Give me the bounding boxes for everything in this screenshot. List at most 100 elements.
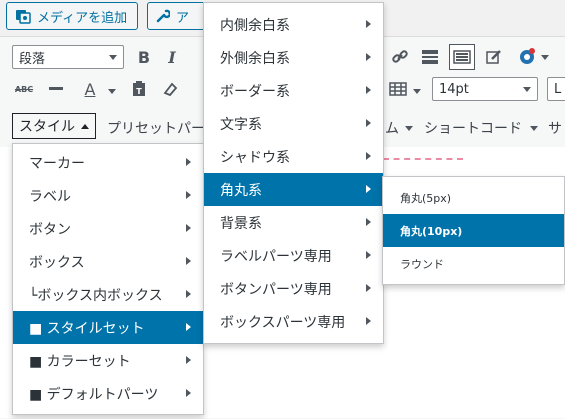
menu3-item[interactable]: 角丸(10px) <box>383 214 564 247</box>
chevron-right-icon <box>186 323 191 331</box>
menu1-item-label: マーカー <box>29 155 85 172</box>
font-family-select[interactable]: L <box>547 77 565 101</box>
menu2-item[interactable]: ボックスパーツ専用 <box>204 305 383 338</box>
menu2-item[interactable]: ボタンパーツ専用 <box>204 272 383 305</box>
menu2-item-label: シャドウ系 <box>220 149 290 166</box>
menu2-item[interactable]: ラベルパーツ専用 <box>204 239 383 272</box>
edit-icon[interactable] <box>482 45 506 69</box>
chevron-right-icon <box>366 251 371 259</box>
menu2-item-label: 背景系 <box>220 215 262 232</box>
menu1-item[interactable]: ■ カラーセット <box>13 344 203 377</box>
menu2-item[interactable]: 角丸系 <box>204 173 383 206</box>
chevron-right-icon <box>186 257 191 265</box>
text-color-button[interactable]: A <box>78 77 102 101</box>
format-select[interactable]: 段落 <box>12 45 124 69</box>
menu1-item-label: ■ スタイルセット <box>29 320 145 337</box>
chevron-right-icon <box>366 53 371 61</box>
last-partial-button[interactable]: サ <box>548 118 562 138</box>
chevron-down-icon <box>109 54 117 60</box>
menu1-item-label: ラベル <box>29 188 71 205</box>
chevron-right-icon <box>366 185 371 193</box>
menu1-item[interactable]: ボタン <box>13 212 203 245</box>
rounded-corner-submenu: 角丸(5px) 角丸(10px) ラウンド <box>382 176 565 285</box>
strikethrough-button[interactable]: ABC <box>12 77 36 101</box>
menu3-item[interactable]: 角丸(5px) <box>383 181 564 214</box>
menu2-item-label: ボックスパーツ専用 <box>220 314 346 331</box>
chevron-down-icon <box>108 89 116 94</box>
menu2-item[interactable]: 文字系 <box>204 107 383 140</box>
menu2-item[interactable]: ボーダー系 <box>204 74 383 107</box>
chevron-right-icon <box>366 20 371 28</box>
chevron-right-icon <box>186 191 191 199</box>
partial-menu-button[interactable]: ム <box>385 118 413 138</box>
shortcode-label: ショートコード <box>424 121 522 137</box>
menu1-item-label: ボタン <box>29 221 71 238</box>
menu1-item[interactable]: ■ デフォルトパーツ <box>13 377 203 410</box>
chevron-right-icon <box>366 218 371 226</box>
menu1-item[interactable]: ラベル <box>13 179 203 212</box>
font-size-value: 14pt <box>439 81 469 97</box>
chevron-down-icon <box>530 125 538 131</box>
read-more-icon[interactable] <box>418 45 442 69</box>
dashed-outline-preview <box>383 158 463 176</box>
menu2-item[interactable]: 外側余白系 <box>204 41 383 74</box>
chevron-right-icon <box>366 119 371 127</box>
style-button-label: スタイル <box>19 119 75 135</box>
menu1-item[interactable]: ■ スタイルセット <box>13 311 203 344</box>
horizontal-line-icon[interactable] <box>44 77 68 101</box>
add-media-button[interactable]: メディアを追加 <box>6 2 138 30</box>
chevron-right-icon <box>366 86 371 94</box>
settings-gear-icon[interactable] <box>512 45 552 69</box>
style-button[interactable]: スタイル <box>12 113 96 139</box>
menu3-item-label: ラウンド <box>400 257 444 271</box>
media-icon <box>15 8 31 24</box>
menu1-item[interactable]: マーカー <box>13 146 203 179</box>
menu2-item-label: 角丸系 <box>220 182 262 199</box>
chevron-up-icon <box>81 123 89 129</box>
menu3-item-label: 角丸(5px) <box>400 191 452 205</box>
menu2-item-label: 文字系 <box>220 116 262 133</box>
toolbar-toggle-icon[interactable] <box>449 44 475 70</box>
menu3-item[interactable]: ラウンド <box>383 247 564 280</box>
chevron-right-icon <box>366 317 371 325</box>
chevron-right-icon <box>186 356 191 364</box>
link-icon[interactable] <box>388 45 412 69</box>
preset-parts-button[interactable]: プリセットパー <box>107 118 205 138</box>
svg-text:T: T <box>136 87 142 96</box>
chevron-down-icon <box>413 89 421 94</box>
paste-text-icon[interactable]: T <box>127 77 151 101</box>
menu2-item-label: ボーダー系 <box>220 83 290 100</box>
chevron-right-icon <box>366 152 371 160</box>
chevron-right-icon <box>186 224 191 232</box>
chevron-right-icon <box>186 290 191 298</box>
table-icon[interactable] <box>386 77 410 101</box>
menu2-item[interactable]: 内側余白系 <box>204 8 383 41</box>
chevron-right-icon <box>186 389 191 397</box>
partial-menu-label: ム <box>385 121 399 137</box>
menu2-item-label: ボタンパーツ専用 <box>220 281 332 298</box>
menu2-item-label: ラベルパーツ専用 <box>220 248 332 265</box>
menu1-item-label: ■ デフォルトパーツ <box>29 386 159 403</box>
style-dropdown-menu: マーカーラベルボタンボックス └ボックス内ボックス ■ スタイルセット ■ カラーセッ… <box>12 143 204 415</box>
chevron-right-icon <box>366 284 371 292</box>
chevron-down-icon <box>523 86 531 92</box>
menu2-item[interactable]: 背景系 <box>204 206 383 239</box>
font-size-select[interactable]: 14pt <box>432 77 538 101</box>
wrench-icon <box>156 9 170 23</box>
menu1-item-label: ■ カラーセット <box>29 353 131 370</box>
menu1-item[interactable]: ボックス <box>13 245 203 278</box>
chevron-down-icon <box>405 125 413 131</box>
shortcode-button[interactable]: ショートコード <box>424 118 538 138</box>
chevron-right-icon <box>186 158 191 166</box>
menu2-item-label: 内側余白系 <box>220 17 290 34</box>
clear-formatting-icon[interactable] <box>158 77 182 101</box>
menu1-item-label: ボックス <box>29 254 85 271</box>
menu2-item[interactable]: シャドウ系 <box>204 140 383 173</box>
format-select-value: 段落 <box>19 51 46 67</box>
italic-button[interactable]: I <box>160 45 184 69</box>
add-media-label: メディアを追加 <box>37 10 128 26</box>
style-set-submenu: 内側余白系外側余白系ボーダー系文字系シャドウ系角丸系背景系ラベルパーツ専用 ボタン… <box>203 2 384 344</box>
menu1-item[interactable]: └ボックス内ボックス <box>13 278 203 311</box>
bold-button[interactable]: B <box>132 45 156 69</box>
font-family-value: L <box>554 81 562 97</box>
